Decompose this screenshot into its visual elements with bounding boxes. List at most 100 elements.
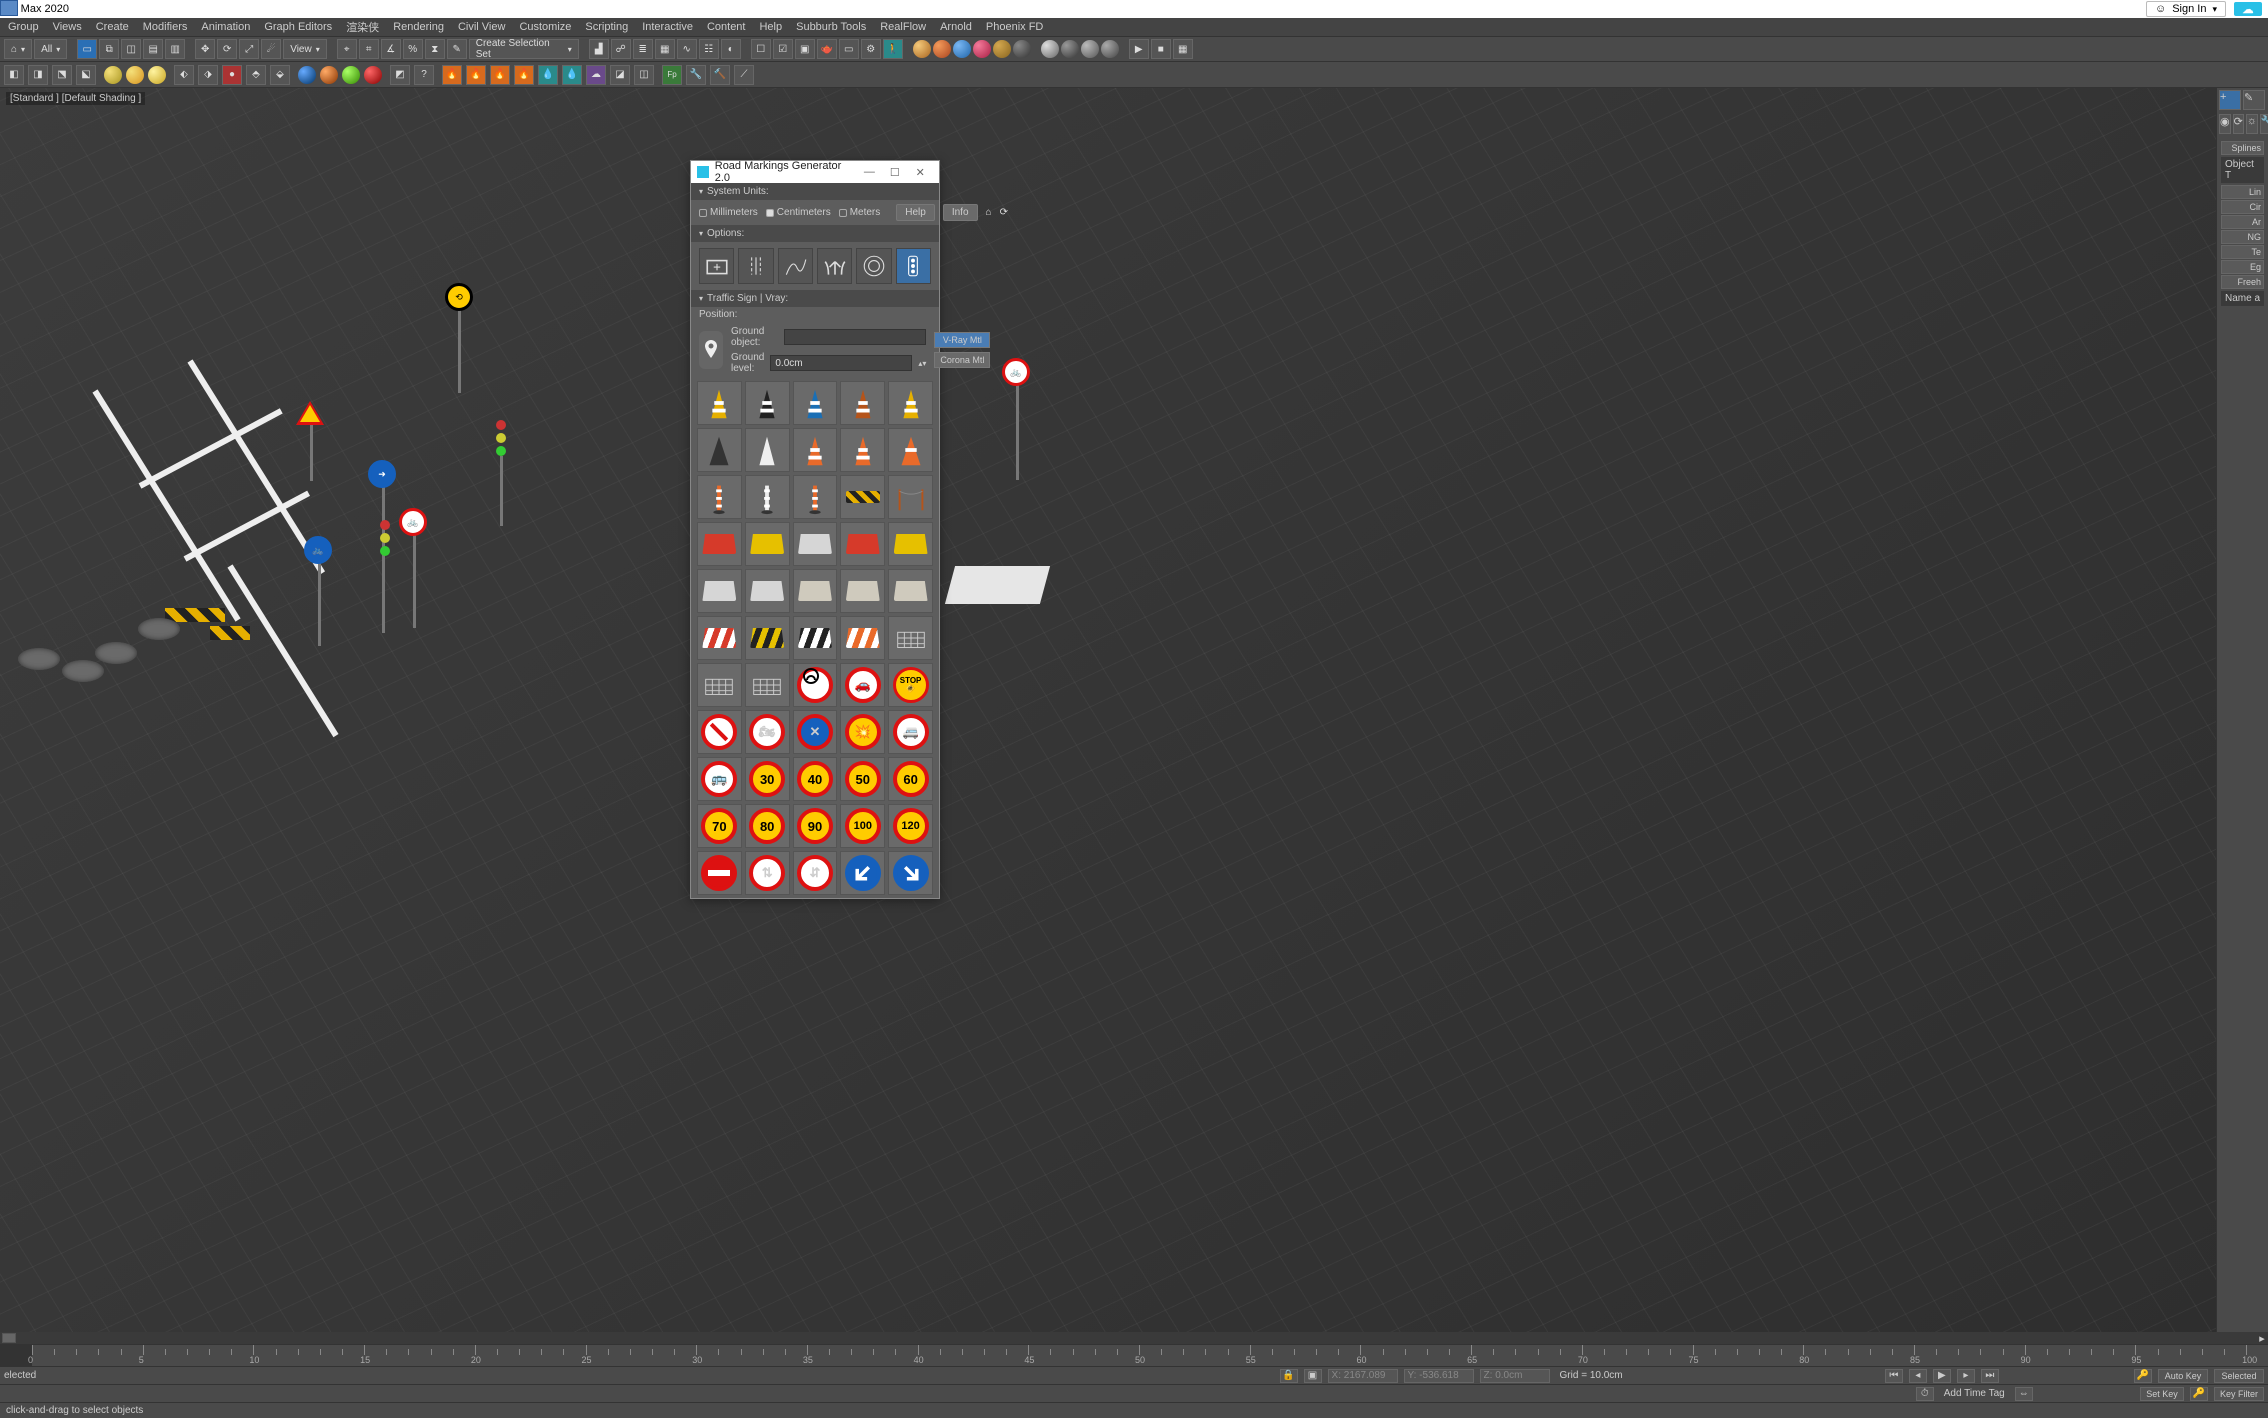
thumb-sign-arrow-dr[interactable] — [840, 851, 885, 895]
thumb-cone-2[interactable] — [793, 381, 838, 425]
tb2-g[interactable]: ? — [414, 65, 434, 85]
layers-button[interactable]: ≣ — [633, 39, 653, 59]
thumb-sign-donotenter[interactable] — [697, 851, 742, 895]
minimize-button[interactable]: — — [857, 166, 882, 178]
menu-animation[interactable]: Animation — [201, 21, 250, 33]
sp-red[interactable] — [364, 66, 382, 84]
objtype-cir[interactable]: Cir — [2221, 200, 2264, 214]
thumb-barrier-3[interactable] — [840, 522, 885, 566]
select-window-button[interactable]: ▥ — [165, 39, 185, 59]
light-2-icon[interactable] — [148, 66, 166, 84]
move-button[interactable]: ✥ — [195, 39, 215, 59]
manhole[interactable] — [18, 648, 60, 670]
menu-渲染侠[interactable]: 渲染侠 — [346, 19, 379, 35]
tb2-a[interactable]: ⬖ — [174, 65, 194, 85]
triangle-sign[interactable] — [296, 401, 324, 425]
objtype-eg[interactable]: Eg — [2221, 260, 2264, 274]
thumb-cone-orange[interactable] — [793, 428, 838, 472]
filter-all-dropdown[interactable]: All▾ — [34, 39, 67, 59]
menu-group[interactable]: Group — [8, 21, 39, 33]
tb2-c[interactable]: ● — [222, 65, 242, 85]
menu-create[interactable]: Create — [96, 21, 129, 33]
ground-object-input[interactable] — [784, 329, 926, 345]
sp-org[interactable] — [320, 66, 338, 84]
prev-frame-icon[interactable]: ◂ — [1909, 1369, 1927, 1383]
tb2-3[interactable]: ⬔ — [52, 65, 72, 85]
lock-selection-icon[interactable]: 🔒 — [1280, 1369, 1298, 1383]
opt-manhole[interactable] — [856, 248, 891, 284]
thumb-cone-big[interactable] — [888, 428, 933, 472]
pipette-icon[interactable]: ⟋ — [734, 65, 754, 85]
thumb-barrier2-4[interactable] — [888, 569, 933, 613]
pivot-button[interactable]: ⌖ — [337, 39, 357, 59]
sign-pole[interactable] — [458, 303, 461, 393]
thumb-sign-nobus[interactable]: 🚌 — [697, 757, 742, 801]
thumb-fence-2[interactable] — [697, 663, 742, 707]
water-1-icon[interactable]: 💧 — [538, 65, 558, 85]
tb2-b[interactable]: ⬗ — [198, 65, 218, 85]
thumb-barrier2-3[interactable] — [840, 569, 885, 613]
thumb-sign-nostop[interactable]: ✕ — [793, 710, 838, 754]
thumb-fence-3[interactable] — [745, 663, 790, 707]
menu-rendering[interactable]: Rendering — [393, 21, 444, 33]
fire-4-icon[interactable]: 🔥 — [514, 65, 534, 85]
info-button[interactable]: Info — [943, 204, 978, 221]
thumb-barrier-1[interactable] — [745, 522, 790, 566]
smoke-icon[interactable]: ☁ — [586, 65, 606, 85]
expand-icon[interactable]: ⇔ — [2015, 1387, 2033, 1401]
thumb-speed-120[interactable]: 120 — [888, 804, 933, 848]
menu-customize[interactable]: Customize — [519, 21, 571, 33]
sign-pole[interactable] — [382, 483, 385, 633]
fire-1-icon[interactable]: 🔥 — [442, 65, 462, 85]
scale-button[interactable]: ⤢ — [239, 39, 259, 59]
selection-set-dropdown[interactable]: Create Selection Set▾ — [469, 39, 579, 59]
vray-mtl-button[interactable]: V-Ray Mtl — [934, 332, 990, 348]
thumb-speed-90[interactable]: 90 — [793, 804, 838, 848]
traffic-sign-header[interactable]: ▾Traffic Sign | Vray: — [691, 290, 939, 307]
coord-y-input[interactable] — [1404, 1369, 1474, 1383]
position-pin-icon[interactable] — [699, 331, 723, 369]
globe-2[interactable] — [1061, 40, 1079, 58]
thumb-sign-noovertake[interactable]: 🚗 — [840, 663, 885, 707]
hammer-icon[interactable]: 🔨 — [710, 65, 730, 85]
thumb-sbarrier-yb[interactable] — [745, 616, 790, 660]
objtype-te[interactable]: Te — [2221, 245, 2264, 259]
thumb-chain[interactable] — [888, 475, 933, 519]
menu-views[interactable]: Views — [53, 21, 82, 33]
render-button[interactable]: ▣ — [795, 39, 815, 59]
goto-end-icon[interactable]: ⏭ — [1981, 1369, 1999, 1383]
thumb-sign-uturn[interactable] — [793, 663, 838, 707]
rotate-button[interactable]: ⟳ — [217, 39, 237, 59]
globe-1[interactable] — [1041, 40, 1059, 58]
thumb-speed-40[interactable]: 40 — [793, 757, 838, 801]
unit-m[interactable]: Meters — [839, 207, 881, 218]
opt-trafficlight[interactable] — [896, 248, 931, 284]
thumb-sbarrier-rw[interactable] — [697, 616, 742, 660]
sign-pole[interactable] — [318, 556, 321, 646]
tb2-h[interactable]: ◪ — [610, 65, 630, 85]
opt-curves[interactable] — [778, 248, 813, 284]
thumb-bumpstrip[interactable] — [840, 475, 885, 519]
system-units-header[interactable]: ▾System Units: — [691, 183, 939, 200]
mat-sphere-6[interactable] — [1013, 40, 1031, 58]
ref-coord-dropdown[interactable]: View▾ — [283, 39, 327, 59]
dialog-titlebar[interactable]: Road Markings Generator 2.0 — ☐ ✕ — [691, 161, 939, 183]
util-tab[interactable]: 🔧 — [2260, 114, 2268, 134]
thumb-sign-nomotor[interactable]: 🏍 — [745, 710, 790, 754]
mat-sphere-2[interactable] — [933, 40, 951, 58]
corona-mtl-button[interactable]: Corona Mtl — [934, 352, 990, 368]
placement-button[interactable]: ☄ — [261, 39, 281, 59]
no-bike-sign[interactable]: 🚲 — [399, 508, 427, 536]
thumb-speed-80[interactable]: 80 — [745, 804, 790, 848]
speed-bump[interactable] — [210, 626, 250, 640]
sign-in-button[interactable]: ☺ Sign In ▾ — [2146, 1, 2226, 17]
coord-z-input[interactable] — [1480, 1369, 1550, 1383]
thumb-pylon-1[interactable] — [745, 475, 790, 519]
sp-blue[interactable] — [298, 66, 316, 84]
viewport-settings-button[interactable]: ⚙ — [861, 39, 881, 59]
menu-phoenix-fd[interactable]: Phoenix FD — [986, 21, 1043, 33]
render-setup-button[interactable]: ☐ — [751, 39, 771, 59]
sun-icon[interactable] — [104, 66, 122, 84]
thumb-speed-70[interactable]: 70 — [697, 804, 742, 848]
thumb-cone-white[interactable] — [745, 428, 790, 472]
